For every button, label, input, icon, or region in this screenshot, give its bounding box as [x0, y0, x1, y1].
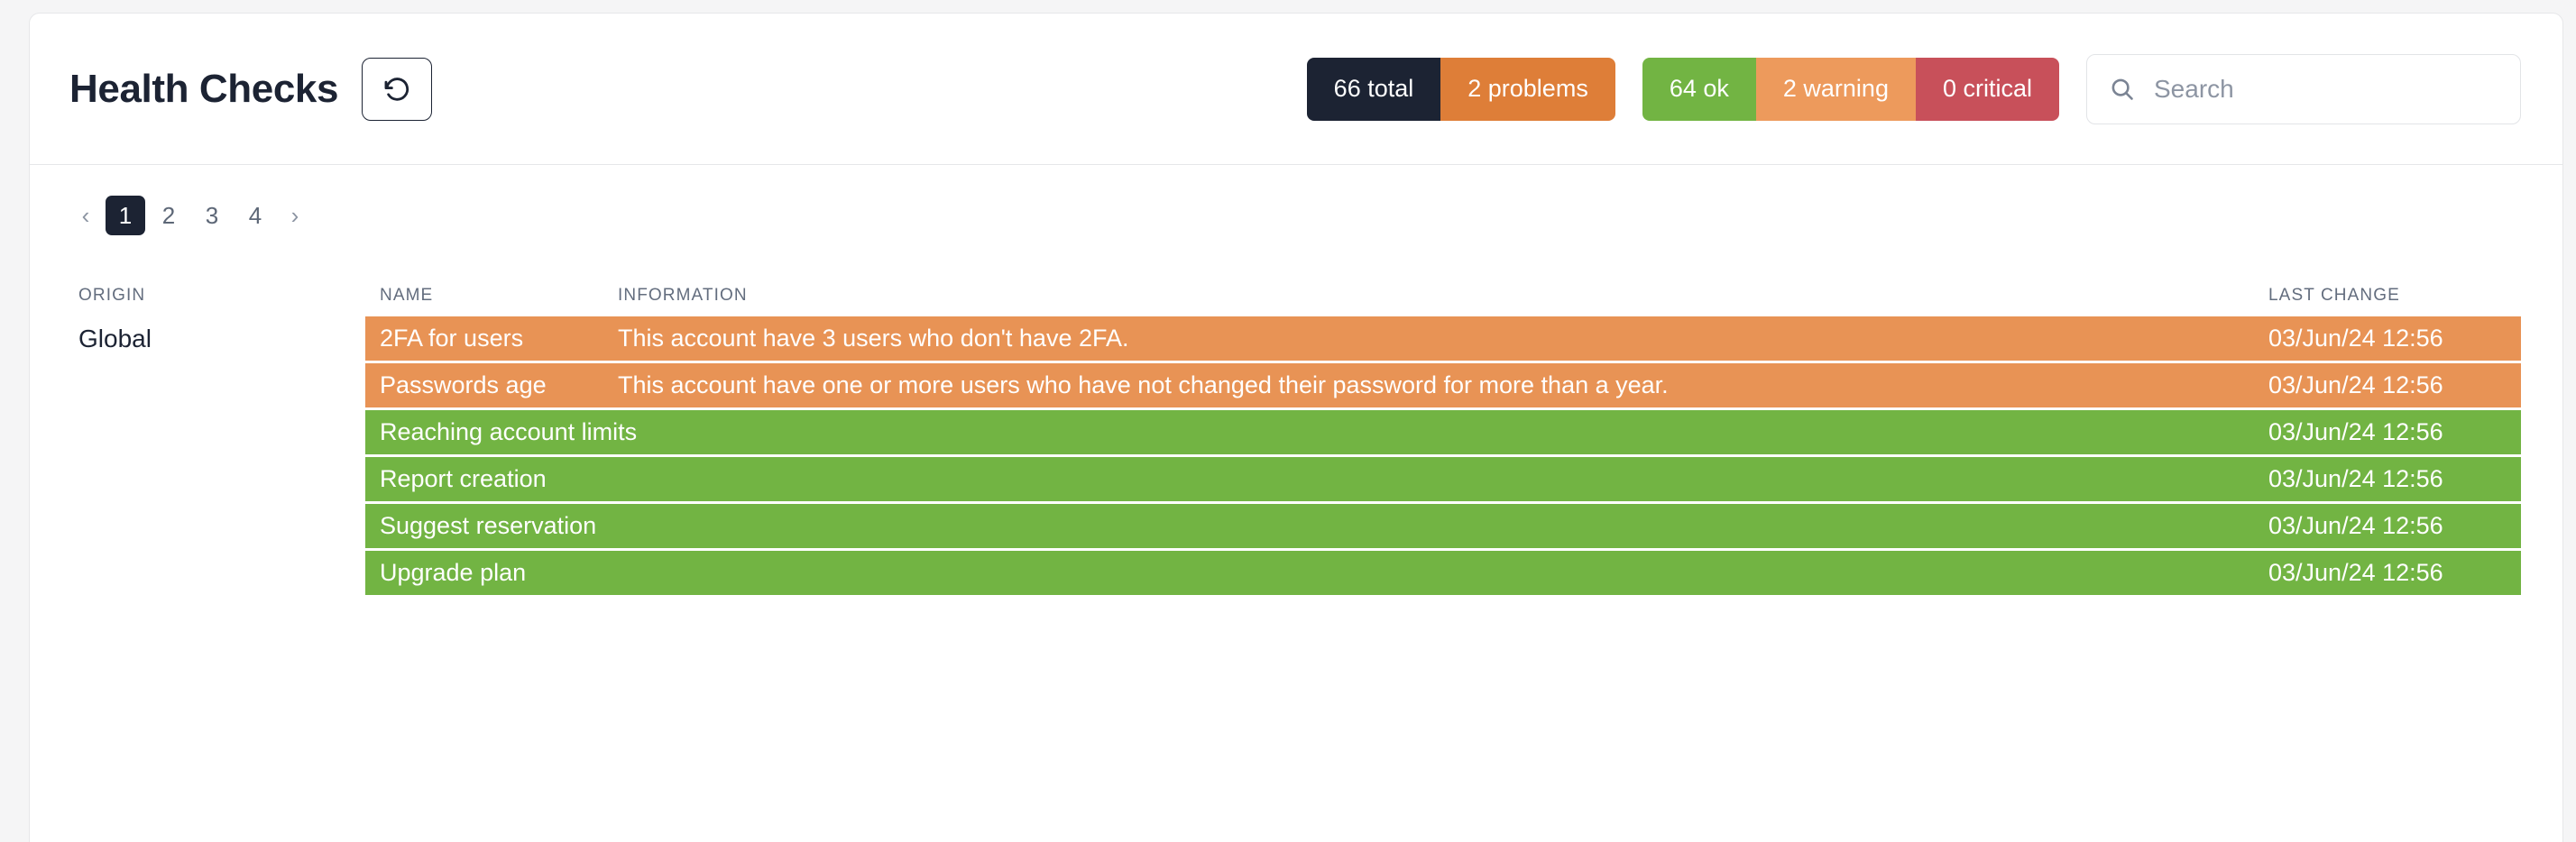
cell-name: Report creation: [380, 465, 547, 492]
cell-origin: [69, 551, 365, 595]
summary-badge-group-totals: 66 total 2 problems: [1306, 57, 1615, 121]
table-row[interactable]: Suggest reservation 03/Jun/24 12:56: [69, 504, 2521, 548]
table-row[interactable]: Reaching account limits 03/Jun/24 12:56: [69, 410, 2521, 454]
row-status-strip[interactable]: 2FA for users This account have 3 users w…: [365, 316, 2521, 361]
pagination-prev[interactable]: ‹: [69, 196, 102, 235]
column-header-information: INFORMATION: [618, 286, 748, 305]
cell-origin: [69, 410, 365, 454]
cell-origin: Global: [69, 316, 365, 361]
health-checks-table: ORIGIN NAME INFORMATION LAST CHANGE Glob…: [69, 275, 2521, 595]
cell-last-change: 03/Jun/24 12:56: [2268, 371, 2443, 398]
cell-information: [607, 504, 2223, 548]
refresh-button[interactable]: [362, 57, 433, 121]
table-header-row: ORIGIN NAME INFORMATION LAST CHANGE: [69, 275, 2521, 316]
cell-origin: [69, 504, 365, 548]
cell-last-change: 03/Jun/24 12:56: [2268, 512, 2443, 539]
cell-name: 2FA for users: [380, 325, 524, 352]
column-header-last-change: LAST CHANGE: [2268, 286, 2400, 305]
search-box[interactable]: [2086, 53, 2521, 124]
cell-name: Suggest reservation: [380, 512, 597, 539]
column-header-name: NAME: [380, 286, 434, 305]
table-row[interactable]: Global 2FA for users This account have 3 u…: [69, 316, 2521, 361]
cell-information: This account have one or more users who …: [618, 371, 1669, 398]
app-page: Health Checks 66 total 2 problems 64 ok: [0, 0, 2576, 842]
cell-last-change: 03/Jun/24 12:56: [2268, 325, 2443, 352]
cell-last-change: 03/Jun/24 12:56: [2268, 418, 2443, 445]
cell-name: Upgrade plan: [380, 559, 527, 586]
card-body: ‹ 1 2 3 4 › ORIGIN NAME INFORMATION LAST…: [30, 165, 2562, 595]
table-row[interactable]: Upgrade plan 03/Jun/24 12:56: [69, 551, 2521, 595]
cell-name: Passwords age: [380, 371, 547, 398]
row-status-strip[interactable]: Passwords age This account have one or mo…: [365, 363, 2521, 407]
badge-problems[interactable]: 2 problems: [1440, 57, 1615, 121]
health-checks-card: Health Checks 66 total 2 problems 64 ok: [29, 13, 2563, 842]
row-status-strip[interactable]: Reaching account limits 03/Jun/24 12:56: [365, 410, 2521, 454]
cell-information: [607, 410, 2223, 454]
pagination-page-1[interactable]: 1: [106, 196, 145, 235]
row-status-strip[interactable]: Upgrade plan 03/Jun/24 12:56: [365, 551, 2521, 595]
pagination-page-2[interactable]: 2: [149, 196, 189, 235]
cell-origin: [69, 457, 365, 501]
pagination-next[interactable]: ›: [279, 196, 311, 235]
cell-origin: [69, 363, 365, 407]
cell-name: Reaching account limits: [380, 418, 638, 445]
table-body: Global 2FA for users This account have 3 u…: [69, 316, 2521, 595]
pagination-page-3[interactable]: 3: [192, 196, 232, 235]
cell-information: This account have 3 users who don't have…: [618, 325, 1129, 352]
cell-last-change: 03/Jun/24 12:56: [2268, 465, 2443, 492]
badge-ok[interactable]: 64 ok: [1642, 57, 1756, 121]
title-group: Health Checks: [69, 57, 433, 121]
row-status-strip[interactable]: Suggest reservation 03/Jun/24 12:56: [365, 504, 2521, 548]
cell-information: [607, 551, 2223, 595]
badge-critical[interactable]: 0 critical: [1915, 57, 2059, 121]
search-input[interactable]: [2154, 54, 2500, 124]
cell-last-change: 03/Jun/24 12:56: [2268, 559, 2443, 586]
search-icon: [2109, 76, 2136, 103]
refresh-ccw-icon: [382, 74, 412, 105]
badge-warning[interactable]: 2 warning: [1755, 57, 1916, 121]
row-status-strip[interactable]: Report creation 03/Jun/24 12:56: [365, 457, 2521, 501]
card-header: Health Checks 66 total 2 problems 64 ok: [30, 14, 2562, 165]
table-row[interactable]: Passwords age This account have one or mo…: [69, 363, 2521, 407]
summary-badge-group-status: 64 ok 2 warning 0 critical: [1642, 57, 2059, 121]
page-title: Health Checks: [69, 66, 339, 111]
pagination-page-4[interactable]: 4: [235, 196, 275, 235]
table-row[interactable]: Report creation 03/Jun/24 12:56: [69, 457, 2521, 501]
column-header-origin: ORIGIN: [78, 286, 146, 305]
pagination: ‹ 1 2 3 4 ›: [69, 196, 2521, 235]
badge-total[interactable]: 66 total: [1306, 57, 1441, 121]
cell-information: [607, 457, 2223, 501]
